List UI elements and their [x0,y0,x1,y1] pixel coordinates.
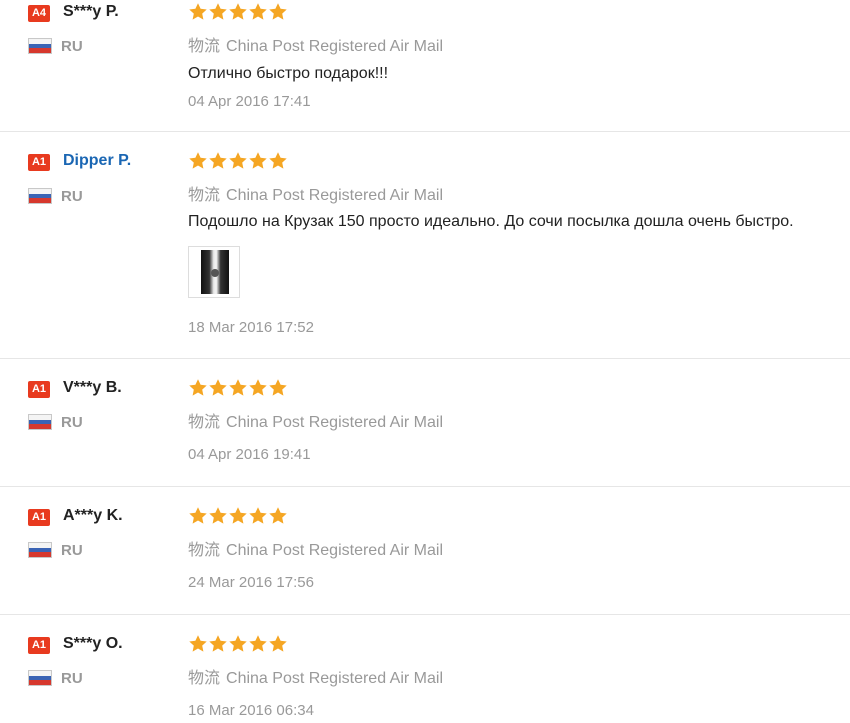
shipping-label: 物流 [188,187,221,204]
star-rating [188,378,288,398]
buyer-country: RU [61,542,83,559]
star-icon [209,152,227,169]
star-icon [189,152,207,169]
review-photo-thumbnail[interactable] [188,246,240,298]
divider [0,486,850,487]
review-date: 04 Apr 2016 19:41 [188,446,311,463]
shipping-label: 物流 [188,670,221,687]
buyer-level-badge: A4 [28,5,50,22]
buyer-country: RU [61,188,83,205]
star-icon [249,3,267,20]
star-icon [189,3,207,20]
star-icon [249,635,267,652]
shipping-name: China Post Registered Air Mail [226,187,443,204]
buyer-name: S***y P. [63,3,119,20]
buyer-name-link[interactable]: Dipper P. [63,152,131,170]
star-rating [188,634,288,654]
russia-flag-icon [28,670,52,686]
buyer-country: RU [61,414,83,431]
star-rating [188,151,288,171]
star-icon [209,635,227,652]
shipping-name: China Post Registered Air Mail [226,542,443,559]
shipping-name: China Post Registered Air Mail [226,414,443,431]
buyer-name: V***y B. [63,379,122,396]
review-date: 18 Mar 2016 17:52 [188,319,314,336]
review-text: Отлично быстро подарок!!! [188,65,389,82]
shipping-method: 物流 China Post Registered Air Mail [188,32,443,56]
buyer-name: S***y O. [63,635,123,652]
star-icon [269,152,287,169]
star-icon [189,635,207,652]
buyer-level-badge: A1 [28,637,50,654]
shipping-label: 物流 [188,414,221,431]
star-icon [209,3,227,20]
star-icon [229,379,247,396]
shipping-name: China Post Registered Air Mail [226,38,443,55]
shipping-label: 物流 [188,38,221,55]
star-icon [269,635,287,652]
russia-flag-icon [28,38,52,54]
star-icon [249,379,267,396]
star-icon [229,635,247,652]
shipping-label: 物流 [188,542,221,559]
russia-flag-icon [28,414,52,430]
review-date: 24 Mar 2016 17:56 [188,574,314,591]
review-date: 16 Mar 2016 06:34 [188,702,314,719]
star-icon [249,507,267,524]
review-date: 04 Apr 2016 17:41 [188,93,311,110]
star-icon [229,3,247,20]
shipping-name: China Post Registered Air Mail [226,670,443,687]
star-rating [188,2,288,22]
star-icon [189,379,207,396]
star-icon [269,507,287,524]
buyer-level-badge: A1 [28,154,50,171]
buyer-level-badge: A1 [28,509,50,526]
shipping-method: 物流 China Post Registered Air Mail [188,408,443,432]
russia-flag-icon [28,188,52,204]
divider [0,614,850,615]
shipping-method: 物流 China Post Registered Air Mail [188,181,443,205]
star-rating [188,506,288,526]
star-icon [209,507,227,524]
buyer-country: RU [61,38,83,55]
buyer-level-badge: A1 [28,381,50,398]
star-icon [269,3,287,20]
review-text: Подошло на Крузак 150 просто идеально. Д… [188,213,794,230]
shipping-method: 物流 China Post Registered Air Mail [188,664,443,688]
star-icon [189,507,207,524]
buyer-country: RU [61,670,83,687]
russia-flag-icon [28,542,52,558]
star-icon [209,379,227,396]
star-icon [249,152,267,169]
divider [0,358,850,359]
divider [0,131,850,132]
shipping-method: 物流 China Post Registered Air Mail [188,536,443,560]
star-icon [269,379,287,396]
buyer-name: A***y K. [63,507,123,524]
star-icon [229,152,247,169]
star-icon [229,507,247,524]
